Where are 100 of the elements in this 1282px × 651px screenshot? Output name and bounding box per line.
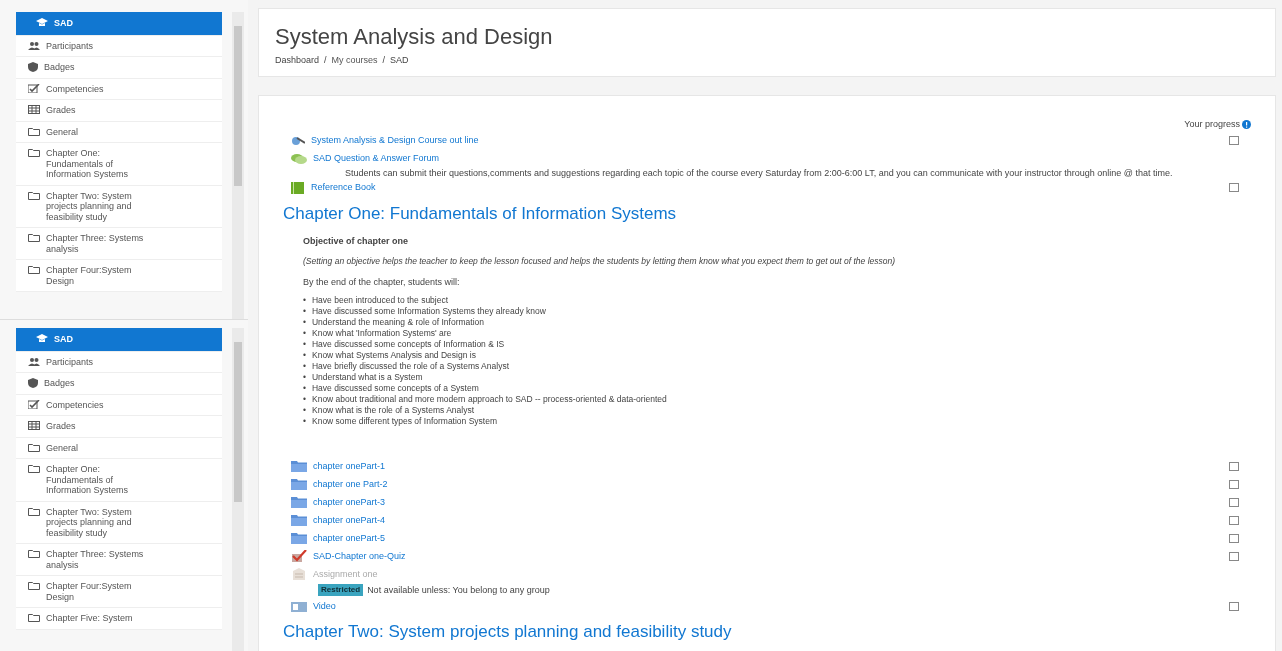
sidebar-item[interactable]: Badges [16, 373, 222, 395]
objective-item: Have briefly discussed the role of a Systems Analyst [312, 361, 509, 373]
nav-label[interactable]: Chapter One: Fundamentals of Information Systems [46, 464, 156, 496]
book-icon [291, 181, 305, 194]
nav-label[interactable]: Grades [46, 105, 76, 116]
activity-link[interactable]: chapter one Part-2 [313, 477, 388, 491]
nav-label[interactable]: SAD [54, 18, 73, 29]
section-title[interactable]: Chapter Two: System projects planning and feasibility study [283, 621, 1251, 644]
activity-link[interactable]: chapter onePart-3 [313, 495, 386, 509]
sidebar-item[interactable]: Chapter Four:System Design [16, 260, 222, 292]
bullet-mark: • [303, 350, 306, 362]
objective-item: Have discussed some Information Systems they already know [312, 306, 546, 318]
sidebar-item[interactable]: Chapter Two: System projects planning and feasibility study [16, 185, 222, 228]
sidebar-item[interactable]: Chapter Four:System Design [16, 576, 222, 608]
nav-label[interactable]: Competencies [46, 83, 104, 94]
sidebar-item[interactable]: SAD [16, 328, 222, 352]
progress-label: Your progress [1184, 117, 1240, 131]
nav-label[interactable]: Chapter Five: System [46, 613, 133, 624]
activity-description: Students can submit their questions,comments and suggestions regarding each topic of the course every Saturday from 2:00-6:00 LT, and you can communicate with your instructor through online @ that time. [344, 167, 1174, 179]
activity-link[interactable]: System Analysis & Design Course out line [311, 133, 479, 148]
activity-link[interactable]: SAD Question & Answer Forum [313, 151, 440, 166]
activity-link[interactable]: chapter onePart-4 [313, 513, 386, 527]
sidebar-item[interactable]: Chapter One: Fundamentals of Information Systems [16, 459, 222, 502]
users-icon [28, 356, 40, 366]
scrollbar[interactable] [232, 328, 244, 651]
activity-link[interactable]: Video [313, 599, 336, 613]
completion-checkbox[interactable] [1229, 461, 1239, 471]
objective-item: Know about traditional and more modern approach to SAD -- process-oriented & data-oriented [312, 394, 667, 406]
activity-link[interactable]: chapter onePart-1 [313, 459, 386, 473]
folder-icon [291, 460, 307, 473]
nav-label[interactable]: Chapter Four:System Design [46, 265, 156, 286]
completion-checkbox[interactable] [1229, 601, 1239, 611]
document-icon [291, 568, 307, 581]
section-title[interactable]: Chapter One: Fundamentals of Information Systems [283, 202, 1251, 225]
checklist-icon [28, 399, 40, 409]
checkmark-icon [291, 550, 307, 563]
objective-item: Understand what is a System [312, 372, 423, 384]
activity-link[interactable]: SAD-Chapter one-Quiz [313, 549, 406, 563]
objective-item: Have discussed some concepts of a System [312, 383, 479, 395]
breadcrumb-separator: / [324, 54, 327, 67]
sidebar-item[interactable]: General [16, 437, 222, 459]
nav-label[interactable]: Chapter Two: System projects planning and feasibility study [46, 190, 156, 222]
nav-label[interactable]: General [46, 126, 79, 137]
folder-icon [291, 478, 307, 491]
sidebar-item[interactable]: Chapter Three: Systems analysis [16, 228, 222, 260]
nav-label[interactable]: Badges [44, 62, 75, 73]
completion-checkbox[interactable] [1229, 479, 1239, 489]
bullet-mark: • [303, 405, 306, 417]
activity-link[interactable]: chapter onePart-5 [313, 531, 386, 545]
table-icon [28, 421, 40, 430]
nav-label[interactable]: Participants [46, 40, 94, 51]
nav-label[interactable]: SAD [54, 334, 73, 345]
nav-label[interactable]: Badges [44, 378, 75, 389]
completion-checkbox[interactable] [1229, 515, 1239, 525]
graduation-cap-icon [36, 334, 48, 343]
folder-icon [28, 613, 40, 622]
nav-label[interactable]: General [46, 442, 79, 453]
sidebar-item[interactable]: Participants [16, 35, 222, 57]
objective-item: Know what is the role of a Systems Analyst [312, 405, 475, 417]
completion-checkbox[interactable] [1229, 497, 1239, 507]
completion-checkbox[interactable] [1229, 551, 1239, 561]
nav-label[interactable]: Chapter Three: Systems analysis [46, 233, 156, 254]
breadcrumb-link[interactable]: Dashboard [275, 54, 320, 68]
sidebar-item[interactable]: Chapter Five: System [16, 608, 222, 630]
sidebar-item[interactable]: Grades [16, 100, 222, 122]
sidebar-item[interactable]: Chapter One: Fundamentals of Information Systems [16, 143, 222, 186]
activity-link[interactable]: Reference Book [311, 180, 376, 195]
folder-icon [291, 514, 307, 527]
nav-label[interactable]: Chapter Three: Systems analysis [46, 549, 156, 570]
completion-checkbox[interactable] [1229, 136, 1239, 145]
nav-label[interactable]: Grades [46, 421, 76, 432]
sidebar-item[interactable]: Grades [16, 416, 222, 438]
sidebar-item[interactable]: Competencies [16, 394, 222, 416]
folder-icon [291, 496, 307, 509]
nav-label[interactable]: Chapter Two: System projects planning and feasibility study [46, 506, 156, 538]
nav-label[interactable]: Participants [46, 356, 94, 367]
completion-checkbox[interactable] [1229, 533, 1239, 543]
sidebar-item[interactable]: Participants [16, 351, 222, 373]
breadcrumb-link[interactable]: SAD [390, 54, 409, 68]
summary-intro: By the end of the chapter, students will: [303, 275, 461, 289]
sidebar-item[interactable]: Competencies [16, 78, 222, 100]
bullet-mark: • [303, 339, 306, 351]
folder-icon [28, 190, 40, 200]
sidebar-item[interactable]: Badges [16, 57, 222, 79]
completion-checkbox[interactable] [1229, 183, 1239, 192]
nav-label[interactable]: Chapter One: Fundamentals of Information Systems [46, 148, 156, 180]
sidebar-item[interactable]: Chapter Three: Systems analysis [16, 544, 222, 576]
sidebar-item[interactable]: Chapter Two: System projects planning and feasibility study [16, 501, 222, 544]
bullet-mark: • [303, 295, 306, 307]
breadcrumb-link[interactable]: My courses [331, 54, 378, 68]
sidebar-item[interactable]: General [16, 121, 222, 143]
scrollbar[interactable] [232, 12, 244, 319]
nav-label[interactable]: Chapter Four:System Design [46, 581, 156, 602]
objective-item: Have discussed some concepts of Information & IS [312, 339, 505, 351]
sidebar-item[interactable]: SAD [16, 12, 222, 36]
nav-label[interactable]: Competencies [46, 399, 104, 410]
folder-icon [28, 549, 40, 558]
graduation-cap-icon [36, 18, 48, 27]
objective-item: Understand the meaning & role of Information [312, 317, 484, 329]
folder-icon [28, 126, 40, 136]
